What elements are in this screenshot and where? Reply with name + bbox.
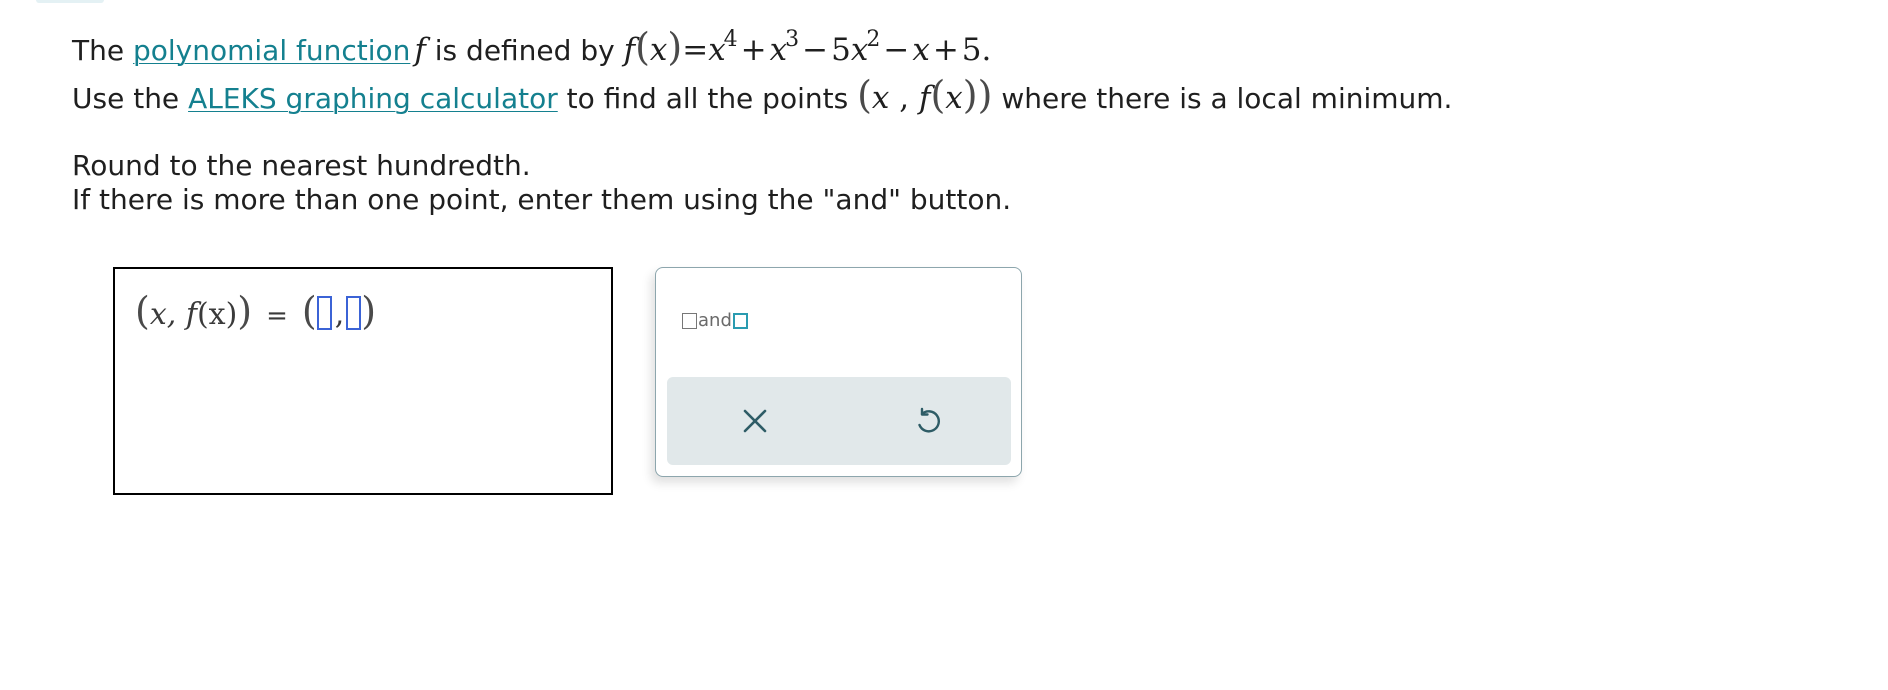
math-palette: and (655, 267, 1022, 477)
close-icon (743, 409, 767, 433)
y-coordinate-input[interactable] (346, 296, 362, 330)
undo-icon (918, 407, 940, 433)
and-button[interactable]: and (682, 310, 748, 331)
and-button-label: and (698, 310, 732, 331)
point-notation: (x , f(x)) (857, 73, 993, 117)
question-text: The (72, 34, 133, 67)
function-definition: f(x)=x4+x3−5x2−x+5. (623, 25, 992, 69)
question-line-1: The polynomial function f is defined by f… (72, 28, 991, 66)
question-text: to find all the points (557, 82, 858, 115)
question-text: Use the (72, 82, 189, 115)
aleks-graphing-calculator-link[interactable]: ALEKS graphing calculator (188, 82, 558, 115)
clear-button[interactable] (737, 403, 773, 439)
answer-expression: (x, f(x)) = (,) (135, 289, 376, 333)
placeholder-box-icon (682, 312, 697, 329)
polynomial-function-link[interactable]: polynomial function (133, 34, 410, 67)
open-paren: ( (301, 289, 317, 333)
palette-action-bar (667, 377, 1011, 465)
answer-input-area[interactable]: (x, f(x)) = (,) (113, 267, 613, 495)
question-text: where there is a local minimum. (992, 82, 1453, 115)
x-coordinate-input[interactable] (316, 296, 332, 330)
close-paren: ) (361, 289, 377, 333)
rounding-instruction: Round to the nearest hundredth. (72, 149, 531, 182)
and-button-instruction: If there is more than one point, enter t… (72, 183, 1012, 216)
comma: , (334, 297, 345, 332)
undo-button[interactable] (910, 403, 946, 439)
question-text: is defined by (425, 34, 624, 67)
active-box-icon (732, 312, 748, 329)
equals-sign: = (266, 301, 288, 331)
question-line-2: Use the ALEKS graphing calculator to fin… (72, 76, 1452, 114)
function-name: f (414, 32, 426, 68)
answer-lhs: (x, f(x)) (135, 289, 253, 333)
top-tab-indicator (36, 0, 104, 3)
